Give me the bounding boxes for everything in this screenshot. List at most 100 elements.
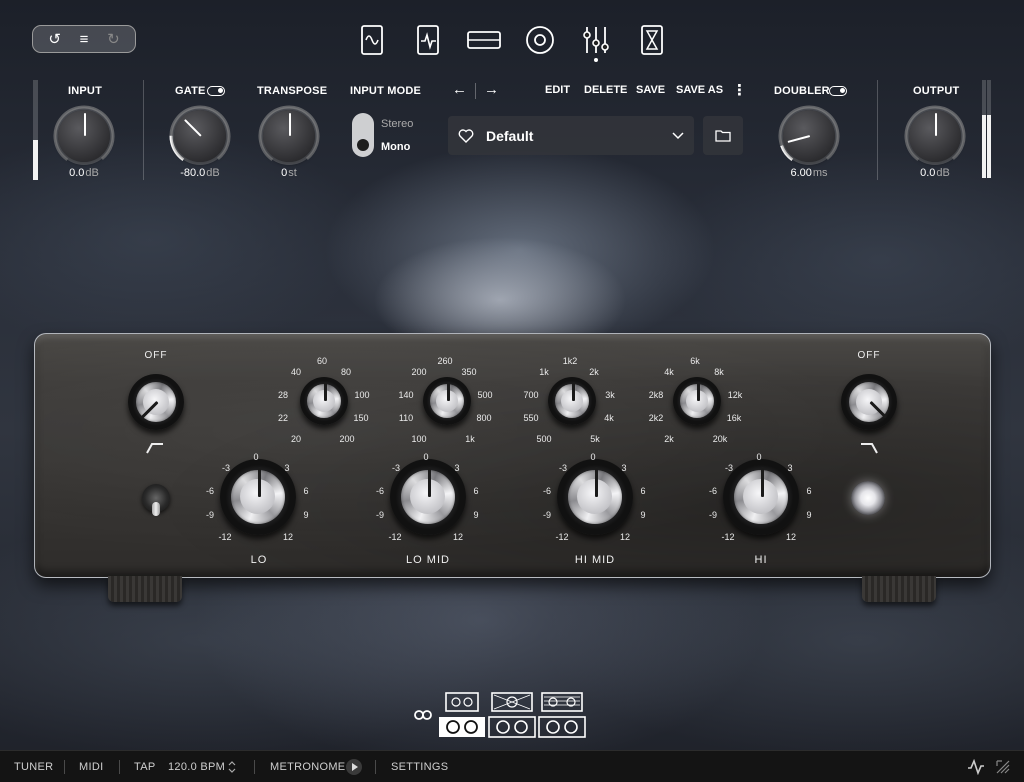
doubler-value: 6.00ms — [790, 167, 828, 179]
freq-scale-label: 2k2 — [648, 413, 664, 423]
resize-icon[interactable] — [996, 760, 1010, 774]
hi-freq-knob[interactable] — [673, 377, 721, 425]
activity-icon[interactable] — [967, 759, 985, 775]
band-name: LO MID — [406, 554, 450, 566]
input-knob[interactable] — [58, 110, 110, 162]
menu-icon[interactable]: ≡ — [80, 32, 89, 47]
cabinet-2-button[interactable] — [488, 691, 536, 739]
delete-button[interactable]: DELETE — [584, 84, 627, 96]
freq-scale-label: 40 — [290, 367, 302, 377]
input-mode-mono[interactable]: Mono — [381, 141, 410, 153]
rack-icon[interactable] — [466, 24, 502, 56]
gain-scale-label: 12 — [619, 532, 631, 542]
prev-preset-button[interactable]: ← — [452, 81, 467, 98]
freq-scale-label: 4k — [664, 367, 674, 377]
gain-scale-label: 3 — [284, 463, 290, 473]
gate-knob[interactable] — [174, 110, 226, 162]
freq-scale-label: 1k2 — [562, 356, 578, 366]
speaker-icon[interactable] — [524, 24, 556, 56]
folder-button[interactable] — [703, 116, 743, 155]
eq-unit-foot-left — [108, 576, 182, 602]
hourglass-icon[interactable] — [637, 24, 667, 56]
redo-icon[interactable]: ↻ — [107, 32, 120, 47]
transpose-knob[interactable] — [263, 110, 315, 162]
gain-scale-label: 6 — [303, 486, 309, 496]
preset-name: Default — [486, 127, 534, 144]
toggle-switch[interactable] — [142, 484, 170, 516]
freq-scale-label: 550 — [523, 413, 539, 423]
output-knob[interactable] — [909, 110, 961, 162]
transpose-value: 0st — [281, 167, 297, 179]
gain-scale-label: -9 — [542, 510, 552, 520]
input-value: 0.0dB — [69, 167, 99, 179]
edit-button[interactable]: EDIT — [545, 84, 570, 96]
input-mode-switch[interactable] — [352, 113, 374, 157]
waveform-icon[interactable] — [357, 24, 387, 56]
input-meter — [33, 80, 38, 180]
himid-freq-knob[interactable] — [548, 377, 596, 425]
gain-scale-label: -6 — [205, 486, 215, 496]
tap-button[interactable]: TAP — [134, 761, 155, 773]
gain-scale-label: 0 — [423, 452, 429, 462]
input-mode-stereo[interactable]: Stereo — [381, 118, 413, 130]
more-options-button[interactable]: ⋮ — [732, 81, 747, 99]
doubler-label: DOUBLER — [774, 85, 830, 97]
mixer-icon[interactable] — [581, 24, 611, 56]
freq-scale-label: 140 — [398, 390, 414, 400]
gain-scale-label: 6 — [473, 486, 479, 496]
metronome-play-icon[interactable] — [346, 759, 362, 775]
band-name: HI — [754, 554, 768, 566]
link-icon[interactable] — [414, 708, 432, 722]
settings-button[interactable]: SETTINGS — [391, 761, 448, 773]
doubler-knob[interactable] — [783, 110, 835, 162]
input-meter-fill — [33, 140, 38, 180]
gain-scale-label: -3 — [391, 463, 401, 473]
bpm-value[interactable]: 120.0 BPM — [168, 761, 225, 773]
undo-icon[interactable]: ↺ — [48, 32, 61, 47]
cabinet-3-button[interactable] — [538, 691, 586, 739]
doubler-toggle[interactable] — [829, 86, 847, 96]
gain-scale-label: -9 — [205, 510, 215, 520]
lo-freq-knob[interactable] — [300, 377, 348, 425]
next-preset-button[interactable]: → — [484, 81, 499, 98]
lowpass-knob[interactable] — [841, 374, 897, 430]
gate-toggle[interactable] — [207, 86, 225, 96]
pedal-icon[interactable] — [413, 24, 443, 56]
metronome-button[interactable]: METRONOME — [270, 761, 345, 773]
freq-scale-label: 260 — [437, 356, 453, 366]
highpass-knob[interactable] — [128, 374, 184, 430]
freq-scale-label: 60 — [316, 356, 328, 366]
gain-scale-label: 0 — [590, 452, 596, 462]
power-lamp[interactable] — [851, 481, 885, 515]
cabinet-1-button[interactable] — [438, 691, 486, 739]
freq-scale-label: 20 — [290, 434, 302, 444]
gain-scale-label: -12 — [721, 532, 735, 542]
save-button[interactable]: SAVE — [636, 84, 665, 96]
tuner-button[interactable]: TUNER — [14, 761, 53, 773]
freq-scale-label: 100 — [354, 390, 370, 400]
eq-unit-chassis — [34, 333, 991, 578]
status-divider — [375, 760, 376, 774]
gain-scale-label: -3 — [221, 463, 231, 473]
freq-scale-label: 200 — [411, 367, 427, 377]
lowpass-icon — [861, 443, 878, 454]
preset-dropdown[interactable]: Default — [448, 116, 694, 155]
freq-scale-label: 6k — [690, 356, 700, 366]
midi-button[interactable]: MIDI — [79, 761, 103, 773]
freq-scale-label: 2k8 — [648, 390, 664, 400]
bpm-stepper-icon[interactable] — [228, 760, 236, 774]
gain-scale-label: -6 — [708, 486, 718, 496]
eq-unit-foot-right — [862, 576, 936, 602]
heart-icon[interactable] — [458, 128, 474, 143]
save-as-button[interactable]: SAVE AS — [676, 84, 723, 96]
freq-scale-label: 2k — [589, 367, 599, 377]
lomid-freq-knob[interactable] — [423, 377, 471, 425]
gain-scale-label: 12 — [282, 532, 294, 542]
freq-scale-label: 22 — [277, 413, 289, 423]
freq-scale-label: 200 — [339, 434, 355, 444]
chevron-down-icon — [672, 131, 684, 139]
freq-scale-label: 500 — [477, 390, 493, 400]
freq-scale-label: 80 — [340, 367, 352, 377]
gate-value: -80.0dB — [180, 167, 220, 179]
gain-scale-label: 9 — [473, 510, 479, 520]
